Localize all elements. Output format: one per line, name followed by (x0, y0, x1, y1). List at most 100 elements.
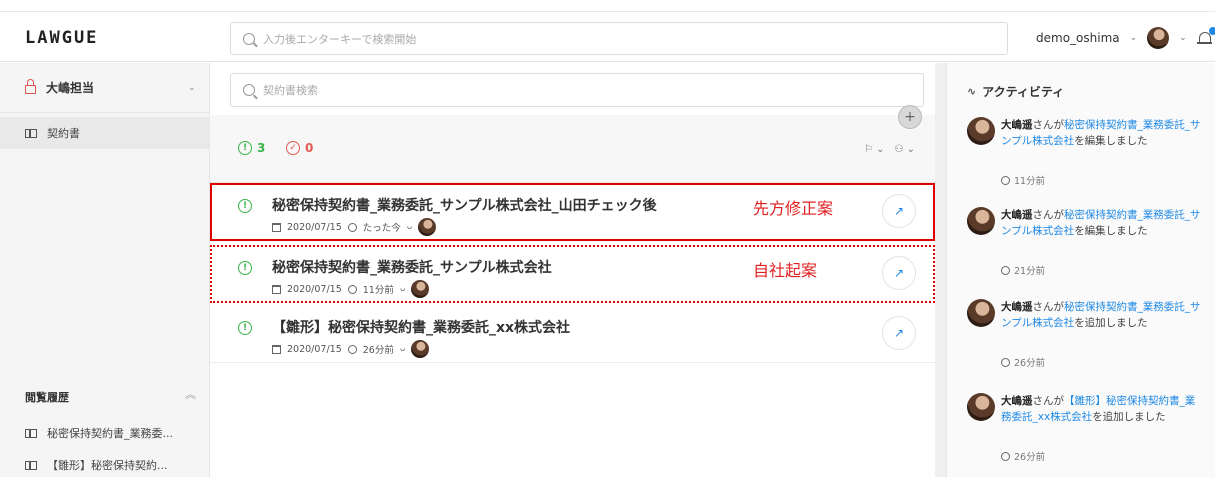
user-menu: demo_oshima ⌄ ⌄ (1036, 27, 1215, 49)
activity-title-text: アクティビティ (982, 85, 1065, 99)
activity-time-text: 26分前 (1014, 452, 1046, 463)
history-item-label: 秘密保持契約書_業務委... (47, 427, 173, 440)
calendar-icon (272, 344, 281, 354)
calendar-icon (272, 222, 281, 232)
search-icon (243, 32, 255, 45)
clock-icon (347, 284, 357, 294)
done-count-filter[interactable]: ✓ 0 (286, 141, 313, 155)
activity-time: 26分前 (1001, 355, 1045, 369)
sidebar-item-contracts[interactable]: 契約書 (0, 117, 209, 149)
contract-time: 26分前 (362, 345, 394, 356)
clock-icon (1001, 451, 1010, 461)
chevron-down-icon[interactable]: ⌄ (1130, 33, 1138, 43)
contract-meta: 2020/07/15 たった今 ᴗ (272, 218, 437, 236)
contract-time: たった今 (362, 223, 401, 234)
top-bar: LAWGUE 入力後エンターキーで検索開始 demo_oshima ⌄ ⌄ (0, 0, 1215, 62)
calendar-icon (272, 284, 281, 294)
activity-text: 大嶋遥さんが秘密保持契約書_業務委託_サンプル株式会社を編集しました (1001, 207, 1201, 239)
person-icon: ᴗ (406, 222, 413, 232)
username-dropdown[interactable]: demo_oshima (1036, 31, 1120, 45)
avatar (967, 393, 995, 421)
history-title: 閲覧履歴 (25, 391, 69, 404)
contract-meta: 2020/07/15 26分前 ᴗ (272, 340, 430, 358)
flag-filter-icon[interactable]: ⚐ ⌄ (864, 144, 885, 155)
history-item[interactable]: 秘密保持契約書_業務委... (25, 423, 200, 443)
activity-user: 大嶋遥 (1001, 395, 1033, 407)
alert-circle-icon: ! (238, 261, 252, 275)
people-filter-icon[interactable]: ⚇ ⌄ (895, 144, 916, 155)
activity-verb-post: を編集しました (1074, 135, 1148, 147)
contract-row[interactable]: ! 秘密保持契約書_業務委託_サンプル株式会社 2020/07/15 11分前 … (210, 245, 935, 303)
activity-user: 大嶋遥 (1001, 119, 1033, 131)
clock-icon (1001, 175, 1010, 185)
contract-title[interactable]: 秘密保持契約書_業務委託_サンプル株式会社_山田チェック後 (272, 195, 657, 215)
book-icon (25, 428, 37, 438)
contract-search-input[interactable]: 契約書検索 (230, 73, 924, 107)
activity-panel: ∿ アクティビティ 大嶋遥さんが秘密保持契約書_業務委託_サンプル株式会社を編集… (946, 63, 1215, 477)
sidebar: 大嶋担当 ⌄ 契約書 閲覧履歴 ︽ 秘密保持契約書_業務委... 【雛形】秘密保… (0, 63, 210, 477)
activity-verb-pre: さんが (1032, 301, 1065, 313)
book-icon (25, 128, 37, 138)
activity-time: 21分前 (1001, 263, 1045, 277)
activity-verb-pre: さんが (1032, 209, 1065, 221)
open-external-button[interactable]: ↗ (882, 194, 916, 228)
activity-time-text: 21分前 (1014, 266, 1046, 277)
activity-text: 大嶋遥さんが秘密保持契約書_業務委託_サンプル株式会社を編集しました (1001, 117, 1201, 149)
open-external-button[interactable]: ↗ (882, 316, 916, 350)
annotation-label: 先方修正案 (753, 199, 834, 218)
avatar (967, 117, 995, 145)
top-divider (0, 11, 1215, 12)
avatar[interactable] (1147, 27, 1170, 49)
activity-user: 大嶋遥 (1001, 209, 1033, 221)
done-count: 0 (305, 141, 314, 155)
history-item-label: 【雛形】秘密保持契約... (47, 459, 168, 472)
person-icon: ᴗ (399, 284, 406, 294)
scrollbar[interactable] (935, 63, 946, 477)
check-circle-icon: ✓ (286, 141, 300, 155)
activity-title: ∿ アクティビティ (967, 83, 1064, 100)
clock-icon (347, 222, 357, 232)
status-summary-bar: + ! 3 ✓ 0 ⚐ ⌄ ⚇ ⌄ (210, 105, 935, 183)
lock-icon (25, 79, 36, 94)
activity-text: 大嶋遥さんが秘密保持契約書_業務委託_サンプル株式会社を追加しました (1001, 299, 1201, 331)
avatar (411, 280, 430, 298)
chevron-down-icon: ⌄ (188, 83, 196, 93)
avatar (967, 207, 995, 235)
avatar (967, 299, 995, 327)
activity-text: 大嶋遥さんが【雛形】秘密保持契約書_業務委託_xx株式会社を追加しました (1001, 393, 1201, 425)
filter-group: ⚐ ⌄ ⚇ ⌄ (864, 144, 915, 155)
clock-icon (347, 344, 357, 354)
activity-time: 26分前 (1001, 449, 1045, 463)
contract-time: 11分前 (362, 285, 394, 296)
global-search-input[interactable]: 入力後エンターキーで検索開始 (230, 22, 1008, 55)
contract-meta: 2020/07/15 11分前 ᴗ (272, 280, 430, 298)
history-item[interactable]: 【雛形】秘密保持契約... (25, 455, 200, 475)
team-selector[interactable]: 大嶋担当 ⌄ (0, 63, 209, 113)
contract-date: 2020/07/15 (287, 283, 342, 295)
chevron-down-icon[interactable]: ⌄ (1179, 33, 1187, 43)
pending-count-filter[interactable]: ! 3 (238, 141, 265, 155)
contract-search-placeholder: 契約書検索 (263, 84, 318, 97)
avatar (411, 340, 430, 358)
annotation-label: 自社起案 (753, 261, 818, 280)
activity-time-text: 26分前 (1014, 358, 1046, 369)
open-external-button[interactable]: ↗ (882, 256, 916, 290)
contract-row[interactable]: ! 秘密保持契約書_業務委託_サンプル株式会社_山田チェック後 2020/07/… (210, 183, 935, 241)
activity-verb-post: を編集しました (1074, 225, 1148, 237)
sidebar-item-label: 契約書 (47, 127, 80, 140)
contract-row[interactable]: ! 【雛形】秘密保持契約書_業務委託_xx株式会社 2020/07/15 26分… (210, 305, 935, 363)
search-icon (243, 84, 255, 96)
add-contract-button[interactable]: + (898, 105, 922, 129)
contract-date: 2020/07/15 (287, 221, 342, 233)
activity-verb-post: を追加しました (1074, 317, 1148, 329)
alert-circle-icon: ! (238, 199, 252, 213)
pending-count: 3 (257, 141, 266, 155)
contract-title[interactable]: 秘密保持契約書_業務委託_サンプル株式会社 (272, 257, 552, 277)
activity-time: 11分前 (1001, 173, 1045, 187)
bell-icon[interactable] (1196, 27, 1215, 46)
app-logo[interactable]: LAWGUE (25, 28, 98, 48)
contract-title[interactable]: 【雛形】秘密保持契約書_業務委託_xx株式会社 (272, 317, 570, 337)
alert-circle-icon: ! (238, 321, 252, 335)
collapse-icon[interactable]: ︽ (185, 386, 196, 402)
alert-circle-icon: ! (238, 141, 252, 155)
